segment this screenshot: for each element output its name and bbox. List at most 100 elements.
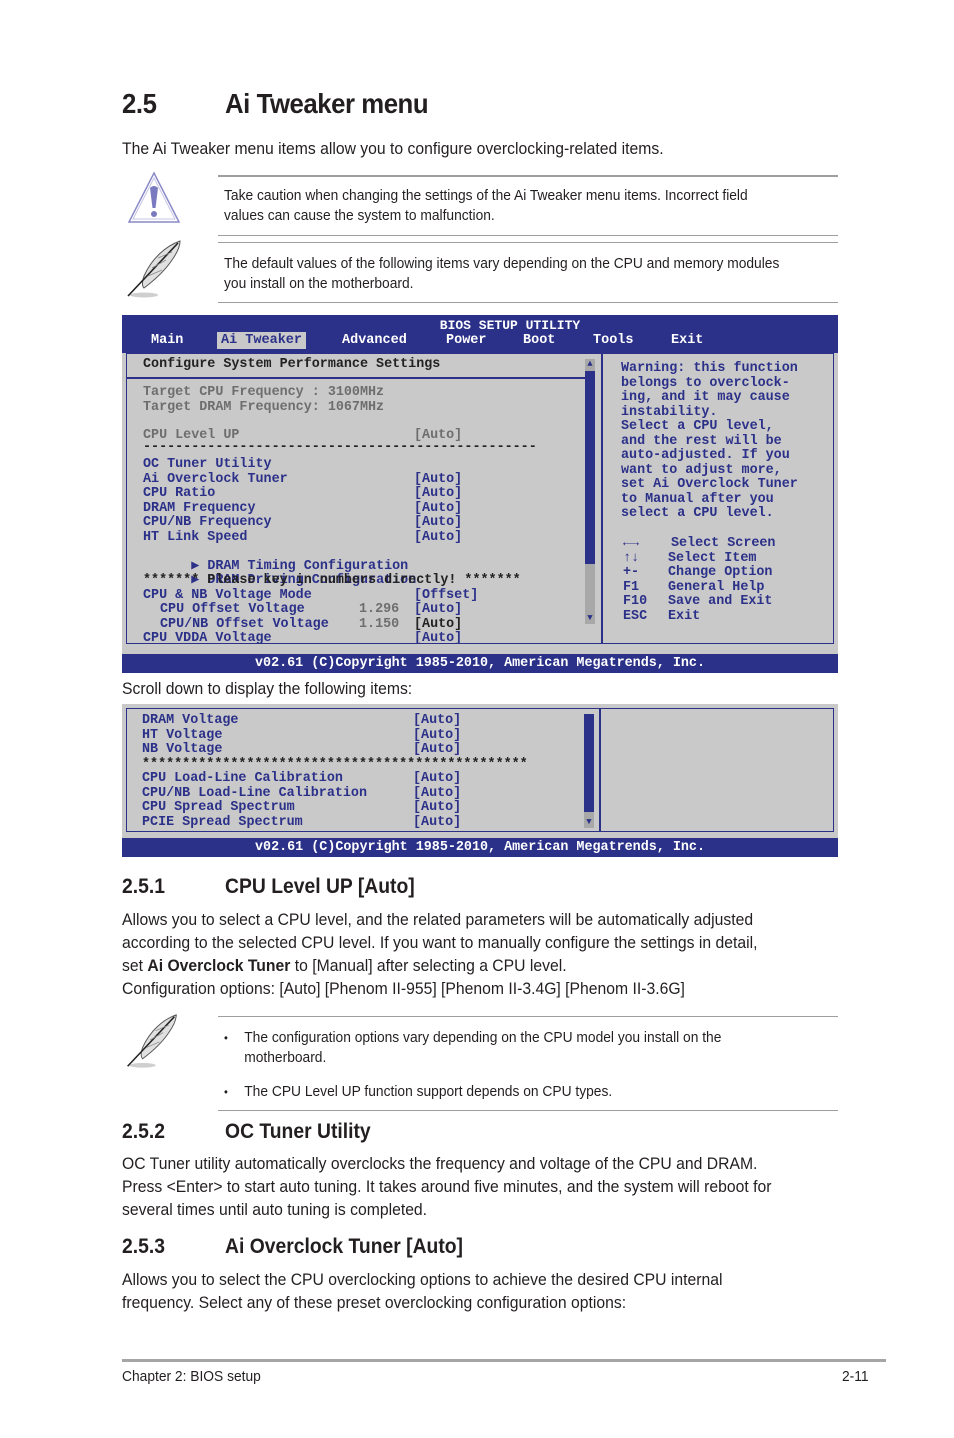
setting-label[interactable]: CPU Load-Line Calibration — [142, 771, 343, 787]
key-in-notice: ******* Please key in numbers directly! … — [143, 573, 521, 588]
setting-value[interactable]: [Auto] — [413, 728, 461, 744]
help-text-line: select a CPU level. — [621, 506, 774, 521]
setting-value[interactable]: [Auto] — [413, 742, 461, 758]
subsection-heading-2-5-1: 2.5.1 CPU Level UP [Auto] — [122, 875, 415, 898]
help-text-line: Select a CPU level, — [621, 419, 774, 434]
bios-header: BIOS SETUP UTILITY Main Ai Tweaker Advan… — [122, 315, 838, 353]
tab-boot[interactable]: Boot — [519, 332, 559, 349]
setting-value[interactable]: [Auto] — [413, 786, 461, 802]
key-f1: F1 — [623, 579, 640, 595]
scrollbar-thumb[interactable] — [584, 714, 594, 812]
help-text-line: and the rest will be — [621, 433, 782, 449]
separator: ----------------------------------------… — [143, 440, 537, 455]
help-text-line: set Ai Overclock Tuner — [621, 477, 798, 492]
setting-value[interactable]: [Auto] — [414, 515, 462, 531]
scroll-down-icon[interactable]: ▼ — [584, 817, 594, 827]
key-left-right: ←→ — [623, 536, 640, 551]
help-panel: Warning: this function belongs to overcl… — [602, 353, 834, 644]
bios-screen: BIOS SETUP UTILITY Main Ai Tweaker Advan… — [122, 315, 838, 673]
oc-tuner-utility[interactable]: OC Tuner Utility — [143, 457, 272, 473]
note-bullet: The CPU Level UP function support depend… — [224, 1082, 813, 1102]
feather-pen-icon — [122, 238, 184, 300]
key-f10: F10 — [623, 594, 648, 609]
key-esc: ESC — [623, 608, 648, 624]
scroll-caption: Scroll down to display the following ite… — [122, 679, 413, 698]
settings-panel: Configure System Performance Settings Ta… — [126, 353, 602, 647]
settings-panel: DRAM Voltage [Auto] HT Voltage [Auto] NB… — [126, 708, 600, 832]
key-action: Exit — [668, 608, 701, 624]
setting-label[interactable]: CPU/NB Offset Voltage — [160, 617, 329, 633]
ai-overclock-tuner-description: Allows you to select the CPU overclockin… — [122, 1270, 723, 1312]
chapter-label: Chapter 2: BIOS setup — [122, 1368, 261, 1385]
setting-label[interactable]: Ai Overclock Tuner — [143, 472, 288, 488]
divider — [218, 1016, 838, 1017]
setting-value[interactable]: [Auto] — [413, 713, 461, 729]
setting-label[interactable]: CPU/NB Frequency — [143, 515, 272, 531]
setting-label[interactable]: NB Voltage — [142, 742, 222, 758]
tab-exit[interactable]: Exit — [667, 332, 707, 349]
help-text-line: Warning: this function — [621, 361, 798, 376]
tab-main[interactable]: Main — [147, 332, 187, 349]
heading-divider — [127, 377, 585, 379]
page-number: 2-11 — [842, 1368, 869, 1385]
divider — [218, 1110, 838, 1111]
info-note: The default values of the following item… — [224, 255, 780, 292]
section-title: Ai Tweaker menu — [225, 88, 429, 119]
setting-value-selected[interactable]: [Auto] — [414, 617, 462, 633]
scroll-down-icon[interactable]: ▼ — [585, 613, 595, 623]
setting-value[interactable]: [Auto] — [414, 631, 462, 647]
scroll-up-icon[interactable]: ▲ — [585, 359, 595, 369]
setting-label[interactable]: CPU Offset Voltage — [160, 602, 305, 618]
help-text-line: to Manual after you — [621, 491, 774, 507]
setting-label[interactable]: CPU/NB Load-Line Calibration — [142, 786, 367, 802]
voltage-mode-value[interactable]: [Offset] — [414, 588, 478, 604]
feather-pen-icon — [122, 1012, 180, 1070]
target-cpu-frequency: Target CPU Frequency : 3100MHz — [143, 385, 385, 400]
voltage-mode-label[interactable]: CPU & NB Voltage Mode — [143, 588, 312, 604]
setting-value[interactable]: [Auto] — [414, 472, 462, 488]
help-text-line: instability. — [621, 404, 718, 420]
scrollbar[interactable]: ▼ — [584, 714, 594, 828]
key-action: Select Screen — [671, 536, 776, 551]
setting-label[interactable]: HT Link Speed — [143, 530, 247, 546]
tab-ai-tweaker[interactable]: Ai Tweaker — [217, 332, 307, 349]
scrollbar-thumb[interactable] — [585, 371, 595, 564]
setting-label[interactable]: DRAM Frequency — [143, 501, 256, 517]
cpu-level-up-description: Allows you to select a CPU level, and th… — [122, 910, 758, 998]
setting-value[interactable]: [Auto] — [413, 815, 461, 831]
divider — [218, 175, 838, 177]
setting-value[interactable]: [Auto] — [414, 486, 462, 502]
bios-copyright-footer: v02.61 (C)Copyright 1985-2010, American … — [122, 838, 838, 857]
key-action: Change Option — [668, 565, 773, 580]
note-bullet: The configuration options vary depending… — [224, 1028, 813, 1068]
voltage-reading: 1.150 — [359, 616, 400, 632]
section-intro: The Ai Tweaker menu items allow you to c… — [122, 139, 664, 158]
section-number: 2.5 — [122, 88, 157, 119]
separator: ****************************************… — [142, 756, 528, 772]
setting-value[interactable]: [Auto] — [413, 800, 461, 816]
key-up-down: ↑↓ — [623, 550, 640, 566]
help-text-line: belongs to overclock- — [621, 375, 790, 391]
section-heading: 2.5 Ai Tweaker menu — [122, 88, 429, 120]
cpu-level-up-note: The configuration options vary depending… — [224, 1028, 813, 1102]
scrollbar[interactable]: ▲ ▼ — [585, 359, 595, 624]
setting-value[interactable]: [Auto] — [414, 530, 462, 546]
setting-value[interactable]: [Auto] — [413, 771, 461, 787]
warning-triangle-icon — [126, 170, 182, 226]
setting-value[interactable]: [Auto] — [414, 501, 462, 517]
panel-heading: Configure System Performance Settings — [143, 357, 441, 372]
tab-tools[interactable]: Tools — [589, 332, 638, 349]
setting-label[interactable]: DRAM Voltage — [142, 713, 238, 729]
setting-label[interactable]: CPU VDDA Voltage — [143, 631, 272, 647]
key-action: Save and Exit — [668, 594, 773, 609]
tab-advanced[interactable]: Advanced — [338, 332, 411, 349]
help-text-line: want to adjust more, — [621, 462, 782, 478]
setting-label[interactable]: CPU Ratio — [143, 486, 215, 502]
setting-label[interactable]: HT Voltage — [142, 728, 222, 744]
setting-label[interactable]: PCIE Spread Spectrum — [142, 815, 303, 831]
setting-label[interactable]: CPU Spread Spectrum — [142, 800, 295, 816]
tab-power[interactable]: Power — [442, 332, 491, 349]
setting-value[interactable]: [Auto] — [414, 602, 462, 618]
subsection-heading-2-5-2: 2.5.2 OC Tuner Utility — [122, 1120, 371, 1143]
target-dram-frequency: Target DRAM Frequency: 1067MHz — [143, 399, 385, 415]
